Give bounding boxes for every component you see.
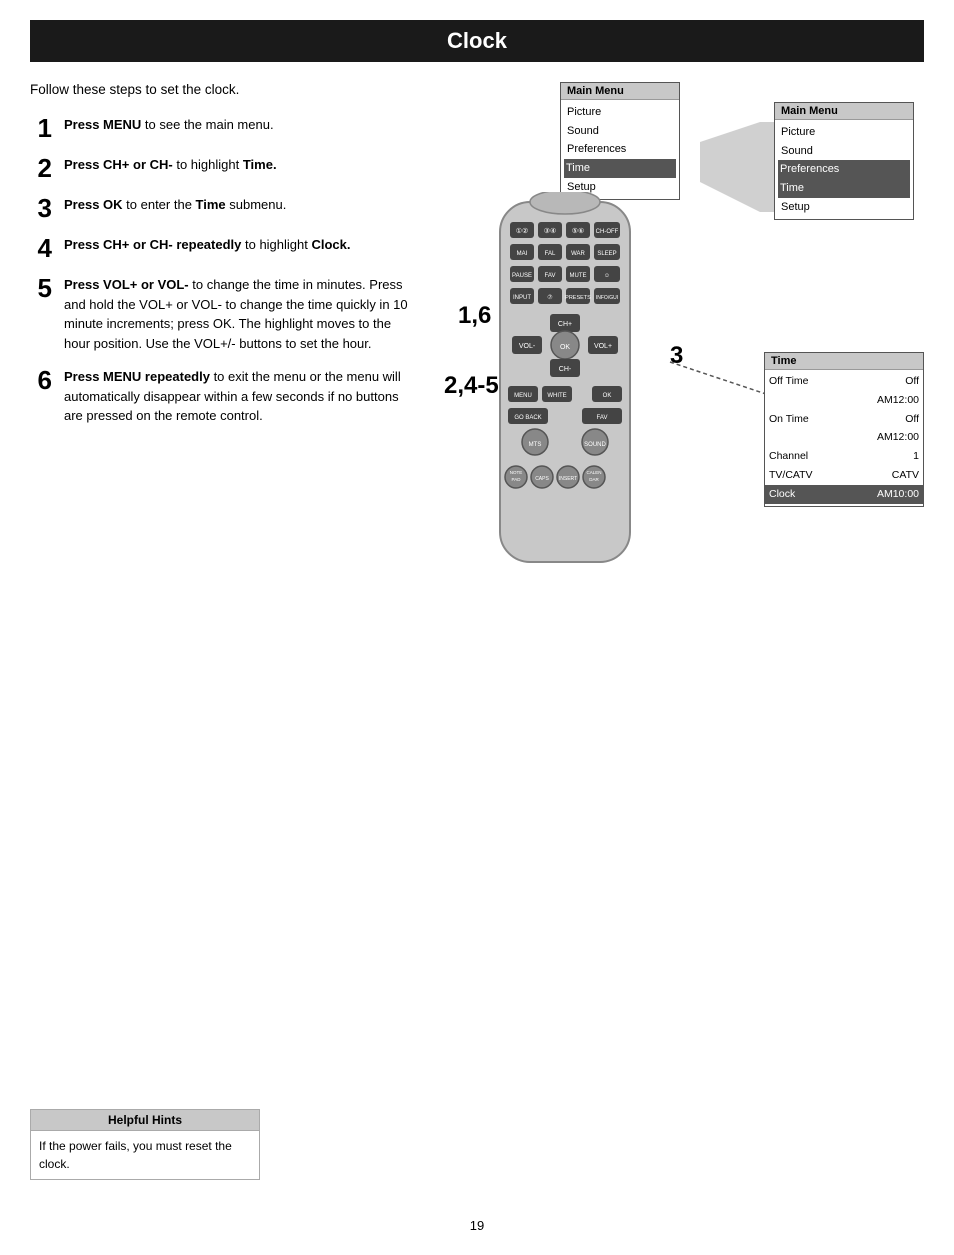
svg-text:FAV: FAV [545, 273, 556, 279]
time-menu-row-clock: ClockAM10:00 [765, 485, 923, 504]
hints-header: Helpful Hints [31, 1110, 259, 1131]
svg-text:OK: OK [603, 393, 612, 399]
main-menu-2-header: Main Menu [775, 103, 913, 120]
svg-text:MUTE: MUTE [570, 273, 587, 279]
svg-text:MAI: MAI [517, 251, 528, 257]
svg-text:⑦: ⑦ [547, 294, 552, 301]
step-1: 1 Press MENU to see the main menu. [30, 115, 410, 141]
svg-text:DAR: DAR [589, 477, 599, 482]
time-menu-row-channel: Channel1 [765, 447, 923, 466]
menu2-item-setup: Setup [781, 201, 810, 213]
menu1-item-preferences: Preferences [567, 143, 626, 155]
svg-text:CH-: CH- [559, 366, 572, 373]
menu2-item-sound: Sound [781, 145, 813, 157]
svg-text:FAL: FAL [545, 251, 556, 257]
svg-text:PRESETS: PRESETS [565, 295, 591, 301]
step-6-text: Press MENU repeatedly to exit the menu o… [64, 367, 410, 426]
main-menu-2: Main Menu Picture Sound Preferences Time… [774, 102, 914, 220]
main-menu-1-body: Picture Sound Preferences Time Setup [561, 100, 679, 199]
time-menu-row-tvcatv: TV/CATVCATV [765, 466, 923, 485]
diagram-area: Main Menu Picture Sound Preferences Time… [430, 82, 924, 602]
svg-text:SLEEP: SLEEP [597, 251, 616, 257]
time-menu: Time Off TimeOff AM12:00 On TimeOff AM12… [764, 352, 924, 507]
step-label-16: 1,6 [458, 302, 491, 330]
menu1-item-time: Time [564, 159, 676, 178]
page-title: Clock [30, 20, 924, 62]
menu2-item-picture: Picture [781, 126, 815, 138]
svg-text:CH-OFF: CH-OFF [596, 229, 619, 235]
menu1-item-sound: Sound [567, 125, 599, 137]
main-menu-2-body: Picture Sound Preferences Time Setup [775, 120, 913, 219]
menu1-item-picture: Picture [567, 106, 601, 118]
step-3: 3 Press OK to enter the Time submenu. [30, 195, 410, 221]
time-menu-body: Off TimeOff AM12:00 On TimeOff AM12:00 C… [765, 370, 923, 506]
svg-text:③④: ③④ [544, 227, 557, 235]
step-1-number: 1 [30, 115, 52, 141]
svg-text:VOL-: VOL- [519, 343, 536, 350]
remote-control: ①② ③④ ⑤⑥ CH-OFF MAI FAL WAR SLEEP PAUSE [480, 192, 650, 575]
hints-body: If the power fails, you must reset the c… [31, 1131, 259, 1179]
step-5-number: 5 [30, 275, 52, 301]
svg-text:WHITE: WHITE [547, 393, 566, 399]
time-menu-row-ontime: On TimeOff [765, 410, 923, 429]
step-3-number: 3 [30, 195, 52, 221]
menu1-item-setup: Setup [567, 181, 596, 193]
steps-list: 1 Press MENU to see the main menu. 2 Pre… [30, 115, 410, 426]
menu2-item-time: Time [778, 179, 910, 198]
time-menu-row-offtime-val: AM12:00 [765, 391, 923, 410]
svg-text:☺: ☺ [604, 273, 610, 279]
svg-text:VOL+: VOL+ [594, 343, 612, 350]
svg-text:FAV: FAV [597, 415, 608, 421]
time-menu-header: Time [765, 353, 923, 370]
hints-box: Helpful Hints If the power fails, you mu… [30, 1109, 260, 1180]
svg-text:OK: OK [560, 344, 570, 351]
step-1-text: Press MENU to see the main menu. [64, 115, 274, 135]
menu2-item-preferences: Preferences [778, 160, 910, 179]
svg-text:INSERT: INSERT [559, 476, 577, 482]
svg-text:WAR: WAR [571, 251, 585, 257]
svg-text:CAPS: CAPS [535, 476, 549, 482]
step-5-text: Press VOL+ or VOL- to change the time in… [64, 275, 410, 353]
main-menu-1: Main Menu Picture Sound Preferences Time… [560, 82, 680, 200]
svg-text:⑤⑥: ⑤⑥ [572, 227, 585, 235]
step-5: 5 Press VOL+ or VOL- to change the time … [30, 275, 410, 353]
page-number: 19 [0, 1218, 954, 1233]
step-6: 6 Press MENU repeatedly to exit the menu… [30, 367, 410, 426]
time-menu-row-ontime-val: AM12:00 [765, 428, 923, 447]
svg-text:PAD: PAD [512, 477, 522, 482]
svg-text:INFO/GUI: INFO/GUI [596, 295, 618, 301]
time-menu-row-offtime: Off TimeOff [765, 372, 923, 391]
step-2-number: 2 [30, 155, 52, 181]
step-label-3: 3 [670, 342, 683, 370]
step-4-number: 4 [30, 235, 52, 261]
svg-text:GO BACK: GO BACK [514, 415, 541, 421]
svg-text:①②: ①② [516, 227, 529, 235]
intro-text: Follow these steps to set the clock. [30, 82, 410, 97]
step-4: 4 Press CH+ or CH- repeatedly to highlig… [30, 235, 410, 261]
main-menu-1-header: Main Menu [561, 83, 679, 100]
svg-text:CH+: CH+ [558, 321, 572, 328]
svg-text:MTS: MTS [529, 442, 542, 448]
svg-text:INPUT: INPUT [513, 295, 531, 301]
step-4-text: Press CH+ or CH- repeatedly to highlight… [64, 235, 351, 255]
step-2: 2 Press CH+ or CH- to highlight Time. [30, 155, 410, 181]
svg-text:PAUSE: PAUSE [512, 273, 532, 279]
step-3-text: Press OK to enter the Time submenu. [64, 195, 286, 215]
svg-text:SOUND: SOUND [584, 442, 606, 448]
step-2-text: Press CH+ or CH- to highlight Time. [64, 155, 277, 175]
step-label-245: 2,4-5 [444, 372, 499, 400]
instructions-panel: Follow these steps to set the clock. 1 P… [30, 82, 410, 602]
svg-text:NOTE: NOTE [510, 470, 523, 475]
svg-text:CALEN: CALEN [586, 470, 601, 475]
svg-text:MENU: MENU [514, 393, 532, 399]
step-6-number: 6 [30, 367, 52, 393]
